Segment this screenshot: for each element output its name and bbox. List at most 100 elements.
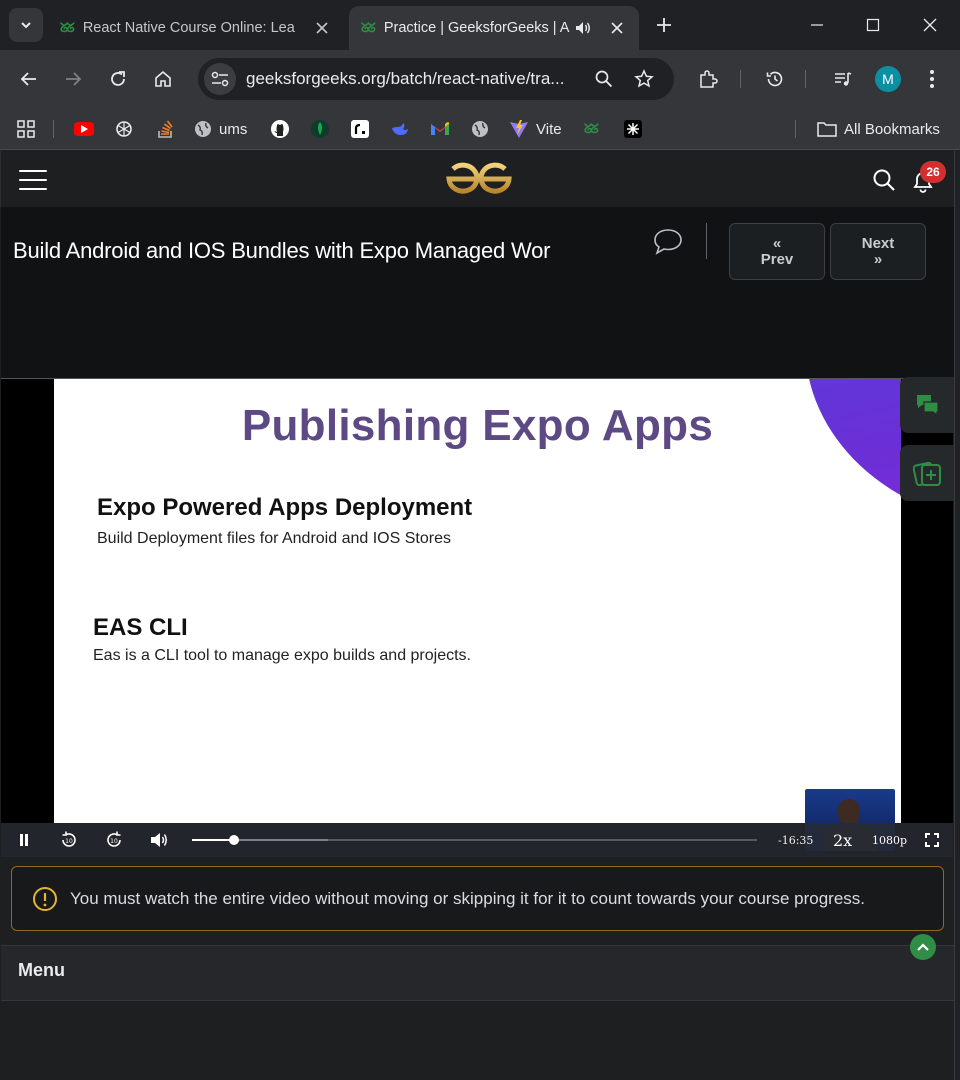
add-note-button[interactable] [900, 445, 956, 501]
home-button[interactable] [148, 64, 178, 94]
history-icon [766, 71, 783, 87]
quality-button[interactable]: 1080p [872, 834, 907, 847]
media-control-button[interactable] [828, 64, 858, 94]
course-menu-bar[interactable]: Menu [1, 945, 954, 1001]
profile-avatar[interactable]: M [875, 66, 901, 92]
github-icon [271, 120, 289, 138]
time-remaining: -16:35 [778, 834, 814, 847]
new-tab-button[interactable] [652, 13, 676, 37]
bookmark-chatgpt[interactable] [114, 117, 134, 141]
bookmark-vite[interactable]: Vite [509, 117, 562, 141]
geeksforgeeks-logo[interactable] [445, 162, 513, 196]
address-bar[interactable]: geeksforgeeks.org/batch/react-native/tra… [198, 58, 674, 100]
bookmark-site[interactable] [471, 117, 489, 141]
fast-forward-icon: 10 [107, 831, 121, 847]
chat-button[interactable] [900, 377, 956, 433]
progress-handle[interactable] [228, 835, 239, 845]
pause-icon [20, 834, 28, 846]
audio-playing-icon[interactable] [575, 21, 591, 35]
bookmark-label: ums [219, 120, 248, 138]
reload-button[interactable] [103, 64, 133, 94]
bookmark-mongodb[interactable] [311, 117, 329, 141]
side-action-rail [897, 377, 956, 532]
plus-icon [657, 18, 671, 32]
youtube-icon [74, 122, 94, 136]
chevron-up-icon [917, 943, 929, 951]
arrow-left-icon [20, 72, 36, 86]
render-icon [351, 120, 369, 138]
prev-lesson-button[interactable]: « Prev [729, 223, 825, 280]
asterisk-logo-icon [624, 120, 642, 138]
arrow-right-icon [66, 72, 82, 86]
minimize-button[interactable] [806, 14, 828, 36]
forward-button[interactable] [58, 64, 88, 94]
chat-bubbles-icon [917, 395, 939, 417]
search-icon[interactable] [872, 168, 896, 192]
close-window-button[interactable] [919, 14, 941, 36]
bookmark-extension[interactable] [624, 117, 642, 141]
forward-10-button[interactable]: 10 [103, 830, 125, 850]
bookmark-deepseek[interactable] [390, 117, 410, 141]
rewind-10-button[interactable]: 10 [58, 830, 80, 850]
tab-search-button[interactable] [9, 8, 43, 42]
slide-title: Publishing Expo Apps [241, 401, 714, 450]
fullscreen-button[interactable] [921, 830, 943, 850]
vite-icon [510, 120, 528, 138]
bookmark-geeksforgeeks[interactable]: ᘜᘜ [584, 117, 599, 141]
page-scrollbar[interactable] [954, 151, 960, 1080]
comment-icon[interactable] [653, 227, 683, 255]
close-tab-icon[interactable] [312, 18, 332, 38]
svg-text:10: 10 [65, 838, 73, 845]
playlist-music-icon [835, 72, 852, 86]
back-button[interactable] [14, 64, 44, 94]
double-chevron-right-icon: » [873, 250, 883, 268]
progress-bar[interactable] [192, 835, 757, 845]
extensions-button[interactable] [693, 64, 723, 94]
svg-text:10: 10 [110, 838, 118, 845]
volume-button[interactable] [148, 830, 170, 850]
prev-label: Prev [760, 250, 794, 268]
site-info-icon[interactable] [204, 63, 236, 95]
scroll-to-top-button[interactable] [910, 934, 936, 960]
all-bookmarks-label: All Bookmarks [844, 120, 940, 138]
zoom-icon[interactable] [592, 67, 616, 91]
rewind-icon: 10 [62, 831, 76, 847]
video-player[interactable]: Publishing Expo Apps Expo Powered Apps D… [1, 378, 953, 857]
playback-speed-button[interactable]: 2x [833, 831, 852, 850]
openai-icon [116, 121, 132, 137]
apps-grid-icon[interactable] [16, 117, 36, 141]
watch-requirement-notice: You must watch the entire video without … [11, 866, 944, 931]
all-bookmarks-button[interactable]: All Bookmarks [817, 117, 940, 141]
tab-react-native-course[interactable]: ᘜᘜ React Native Course Online: Lea [48, 6, 344, 50]
notice-text: You must watch the entire video without … [70, 888, 865, 908]
reload-icon [111, 71, 125, 86]
tab-practice-gfg[interactable]: ᘜᘜ Practice | GeeksforGeeks | A [349, 6, 639, 50]
bookmark-ums[interactable]: ums [194, 117, 247, 141]
next-lesson-button[interactable]: Next » [830, 223, 926, 280]
globe-icon [195, 121, 211, 137]
lesson-bar: Build Android and IOS Bundles with Expo … [1, 207, 954, 378]
tab-title: React Native Course Online: Lea [82, 20, 295, 36]
gfg-favicon-icon: ᘜᘜ [584, 121, 599, 137]
bookmark-render[interactable] [351, 117, 369, 141]
hamburger-menu-icon[interactable] [19, 170, 47, 190]
close-tab-icon[interactable] [607, 18, 627, 38]
url-text[interactable]: geeksforgeeks.org/batch/react-native/tra… [246, 69, 586, 89]
fullscreen-icon [925, 833, 939, 847]
pause-button[interactable] [13, 830, 35, 850]
mongodb-leaf-icon [311, 120, 329, 138]
gmail-icon [431, 122, 449, 135]
bookmark-stackoverflow[interactable] [156, 117, 174, 141]
played-bar [192, 839, 234, 841]
maximize-button[interactable] [862, 14, 884, 36]
bookmark-youtube[interactable] [74, 117, 94, 141]
browser-menu-button[interactable] [917, 64, 947, 94]
info-icon [33, 886, 57, 911]
site-header [0, 151, 954, 207]
page-content-area [1, 1001, 954, 1080]
bookmark-star-icon[interactable] [632, 67, 656, 91]
add-note-icon [913, 461, 941, 487]
bookmark-gmail[interactable] [430, 117, 450, 141]
history-button[interactable] [760, 64, 790, 94]
bookmark-github[interactable] [270, 117, 290, 141]
